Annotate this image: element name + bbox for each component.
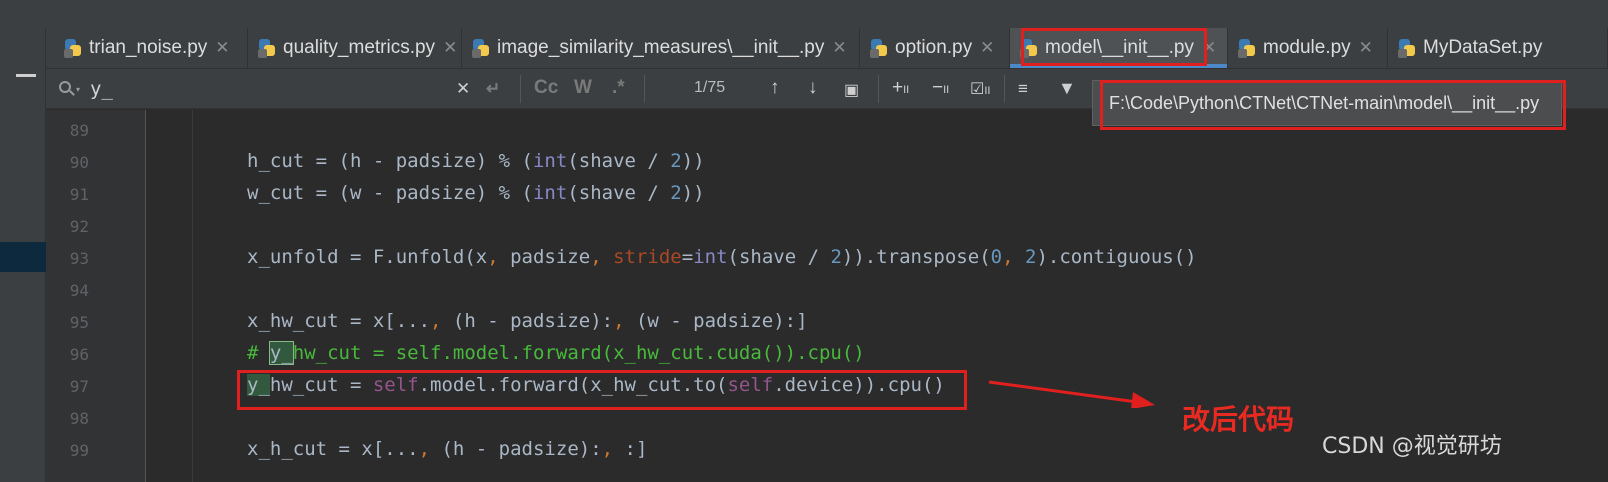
separator [644,75,645,103]
line-number: 90 [69,153,89,172]
python-file-icon [870,38,888,58]
code-line[interactable]: 93 x_unfold = F.unfold(x, padsize, strid… [46,242,1608,274]
search-query[interactable]: y_ [90,78,113,100]
whole-words-button[interactable]: W [574,77,592,99]
line-number: 92 [69,217,89,236]
line-number: 94 [69,281,89,300]
code-line[interactable]: 90 h_cut = (h - padsize) % (int(shave / … [46,146,1608,178]
tab-label: trian_noise.py [89,37,208,58]
tab-image-similarity-init[interactable]: image_similarity_measures\__init__.py ✕ [462,28,860,68]
code-text: x_h_cut = x[..., (h - padsize):, :] [247,438,648,460]
new-line-icon[interactable]: ↵ [486,79,500,99]
code-text: x_unfold = F.unfold(x, padsize, stride=i… [247,246,1197,268]
tab-module[interactable]: module.py ✕ [1228,28,1388,68]
code-text: x_hw_cut = x[..., (h - padsize):, (w - p… [247,310,808,332]
line-number: 99 [69,441,89,460]
gutter-selection-marker [0,242,46,272]
editor-tab-bar: trian_noise.py ✕ quality_metrics.py ✕ im… [46,28,1608,68]
watermark: CSDN @视觉研坊 [1322,434,1502,459]
active-tab-highlight-box [1021,28,1207,66]
path-highlight-box [1100,80,1566,130]
code-text: w_cut = (w - padsize) % (int(shave / 2)) [247,182,705,204]
separator [1004,75,1005,103]
code-line[interactable]: 92 [46,210,1608,242]
tab-label: MyDataSet.py [1423,37,1543,58]
tab-option[interactable]: option.py ✕ [860,28,1010,68]
tab-label: image_similarity_measures\__init__.py [497,37,825,58]
line-number: 96 [69,345,89,364]
separator [878,75,879,103]
next-occurrence-icon[interactable]: ↓ [808,77,818,99]
title-strip [0,0,1608,28]
code-comment: # y_hw_cut = self.model.forward(x_hw_cut… [247,341,865,365]
match-count: 1/75 [694,79,726,96]
filter-lines-icon[interactable]: ≡ [1018,79,1028,99]
tab-quality-metrics[interactable]: quality_metrics.py ✕ [248,28,462,68]
collapse-icon[interactable] [16,74,36,77]
line-number: 97 [69,377,89,396]
tab-label: option.py [895,37,973,58]
close-icon[interactable]: ✕ [980,38,994,58]
close-icon[interactable]: ✕ [832,38,846,58]
match-case-button[interactable]: Cc [534,77,558,99]
code-line[interactable]: 91 w_cut = (w - padsize) % (int(shave / … [46,178,1608,210]
python-file-icon [1398,38,1416,58]
previous-occurrence-icon[interactable]: ↑ [770,77,780,99]
tab-mydataset[interactable]: MyDataSet.py [1388,28,1608,68]
python-file-icon [64,38,82,58]
line-number: 93 [69,249,89,268]
line-number: 89 [69,121,89,140]
tool-window-strip [0,28,46,482]
close-icon[interactable]: ✕ [1359,38,1373,58]
python-file-icon [258,38,276,58]
add-occurrence-icon[interactable]: +II [892,77,909,99]
tab-trian-noise[interactable]: trian_noise.py ✕ [54,28,248,68]
clear-search-icon[interactable]: ✕ [456,79,470,99]
python-file-icon [472,38,490,58]
select-occurrences-icon[interactable]: ☑II [970,79,990,99]
remove-occurrence-icon[interactable]: −II [932,77,949,99]
regex-button[interactable]: .* [612,77,625,99]
changed-code-highlight-box [237,370,967,410]
close-icon[interactable]: ✕ [443,38,457,58]
select-all-occurrences-icon[interactable]: ▣ [844,80,859,100]
close-icon[interactable]: ✕ [215,38,229,58]
code-text: h_cut = (h - padsize) % (int(shave / 2)) [247,150,705,172]
annotation-arrow [988,380,1155,408]
python-file-icon [1238,38,1256,58]
tab-label: module.py [1263,37,1351,58]
code-line[interactable]: 95 x_hw_cut = x[..., (h - padsize):, (w … [46,306,1608,338]
tab-label: quality_metrics.py [283,37,436,58]
annotation-label: 改后代码 [1182,403,1295,436]
line-number: 91 [69,185,89,204]
code-line[interactable]: 96 # y_hw_cut = self.model.forward(x_hw_… [46,338,1608,370]
code-line[interactable]: 94 [46,274,1608,306]
filter-icon[interactable]: ▼ [1058,78,1076,99]
separator [520,75,521,103]
search-input[interactable]: ▾ y_ [46,69,522,109]
search-icon[interactable]: ▾ [58,79,82,99]
line-number: 98 [69,409,89,428]
code-editor[interactable]: 89 90 h_cut = (h - padsize) % (int(shave… [46,110,1608,482]
line-number: 95 [69,313,89,332]
